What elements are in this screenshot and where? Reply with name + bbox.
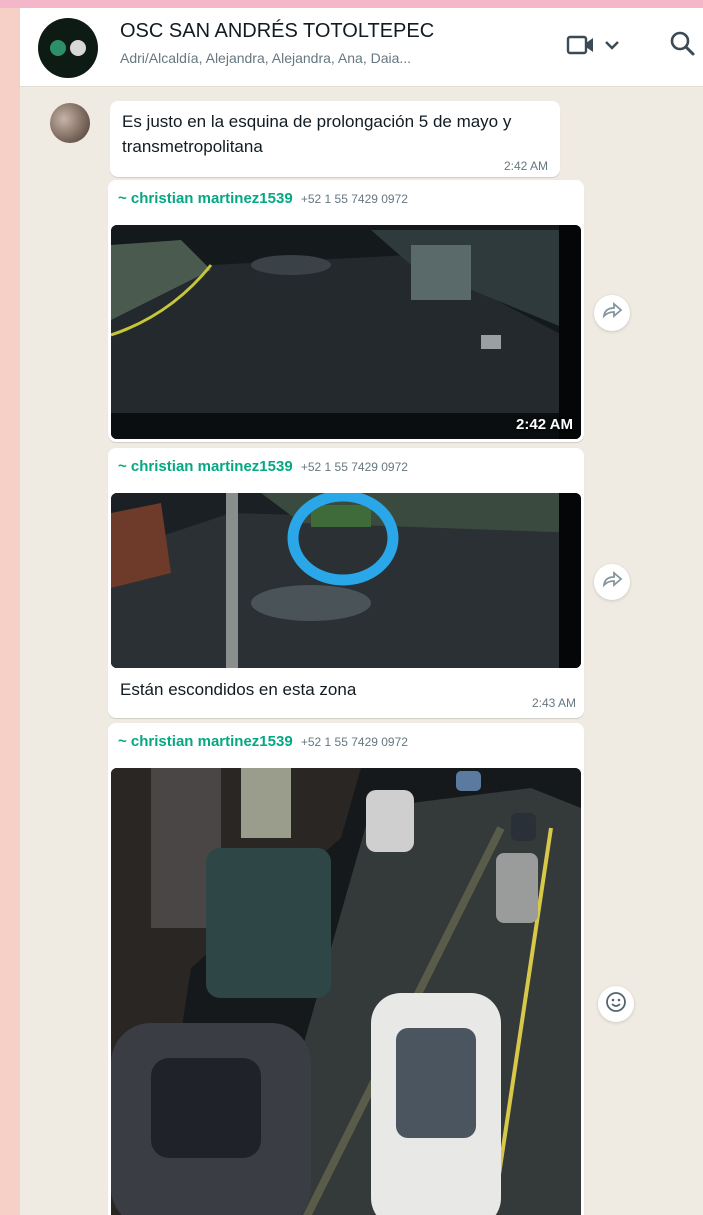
message-bubble[interactable]: Es justo en la esquina de prolongación 5… <box>110 101 560 177</box>
sender-phone: +52 1 55 7429 0972 <box>300 192 408 206</box>
message-sender[interactable]: ~ christian martinez1539 +52 1 55 7429 0… <box>118 190 408 207</box>
message-time: 2:43 AM <box>531 696 576 710</box>
emoji-icon <box>605 991 627 1018</box>
sender-avatar[interactable] <box>50 103 90 143</box>
group-avatar[interactable] <box>38 18 98 78</box>
message-text: Es justo en la esquina de prolongación 5… <box>122 112 512 156</box>
forward-button[interactable] <box>594 295 630 331</box>
cctv-image[interactable]: 2:42 AM <box>111 225 581 439</box>
video-camera-icon <box>566 33 596 62</box>
search-icon <box>668 31 698 64</box>
search-button[interactable] <box>668 28 700 64</box>
message-sender[interactable]: ~ christian martinez1539 +52 1 55 7429 0… <box>118 733 408 750</box>
chat-header[interactable]: OSC SAN ANDRÉS TOTOLTEPEC Adri/Alcaldía,… <box>20 8 703 87</box>
avatar-logo-gray <box>70 40 86 56</box>
emoji-reaction-button[interactable] <box>598 986 634 1022</box>
sender-name[interactable]: ~ christian martinez1539 <box>118 458 293 475</box>
camera-toolbar <box>559 225 581 439</box>
message-bubble-image[interactable]: ~ christian martinez1539 +52 1 55 7429 0… <box>108 180 584 442</box>
forward-icon <box>601 570 623 594</box>
sender-phone: +52 1 55 7429 0972 <box>300 735 408 749</box>
top-band <box>0 0 703 8</box>
message-sender[interactable]: ~ christian martinez1539 +52 1 55 7429 0… <box>118 458 408 475</box>
forward-button[interactable] <box>594 564 630 600</box>
cctv-image-street[interactable] <box>111 768 581 1215</box>
forward-icon <box>601 301 623 325</box>
message-time: 2:42 AM <box>503 159 548 173</box>
sender-name[interactable]: ~ christian martinez1539 <box>118 190 293 207</box>
chevron-down-icon <box>604 38 620 56</box>
video-call-button[interactable] <box>566 30 636 64</box>
message-bubble-image[interactable]: ~ christian martinez1539 +52 1 55 7429 0… <box>108 723 584 1215</box>
group-title[interactable]: OSC SAN ANDRÉS TOTOLTEPEC <box>120 20 434 43</box>
avatar-logo-green <box>50 40 66 56</box>
sender-phone: +52 1 55 7429 0972 <box>300 460 408 474</box>
chat-window: OSC SAN ANDRÉS TOTOLTEPEC Adri/Alcaldía,… <box>20 8 703 1215</box>
group-members[interactable]: Adri/Alcaldía, Alejandra, Alejandra, Ana… <box>120 50 411 66</box>
image-caption: Están escondidos en esta zona <box>120 680 357 699</box>
image-time: 2:42 AM <box>516 416 573 433</box>
message-bubble-image[interactable]: ~ christian martinez1539 +52 1 55 7429 0… <box>108 448 584 718</box>
cctv-image-annotated[interactable] <box>111 493 581 668</box>
camera-toolbar <box>559 493 581 668</box>
sender-name[interactable]: ~ christian martinez1539 <box>118 733 293 750</box>
